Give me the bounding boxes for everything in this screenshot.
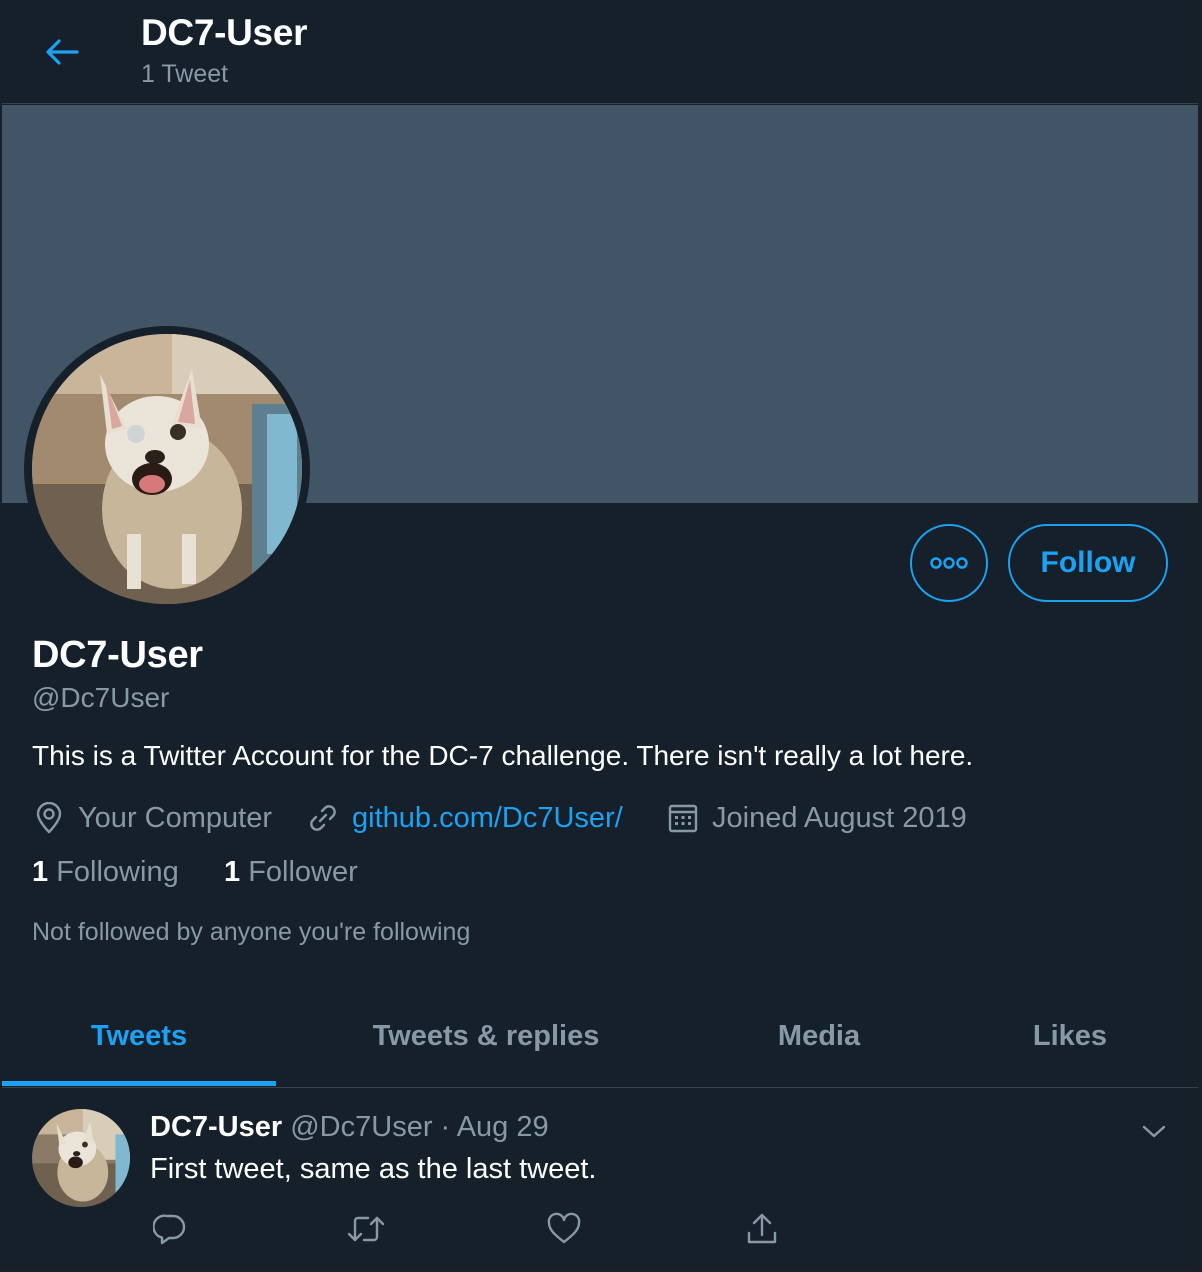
tweet-separator: · <box>440 1111 451 1143</box>
location-pin-icon <box>32 801 66 835</box>
like-button[interactable] <box>542 1207 586 1251</box>
dog-photo <box>32 334 302 604</box>
back-button[interactable] <box>38 28 86 76</box>
website-link[interactable]: github.com/Dc7User/ <box>352 802 623 835</box>
followers-label: Follower <box>248 856 358 888</box>
tab-tweets-replies[interactable]: Tweets & replies <box>276 984 696 1088</box>
retweet-icon <box>347 1216 385 1242</box>
profile-location: Your Computer <box>32 798 272 838</box>
retweet-button[interactable] <box>344 1207 388 1251</box>
share-button[interactable] <box>740 1207 784 1251</box>
tweet-author-handle[interactable]: @Dc7User <box>290 1111 432 1143</box>
tweet[interactable]: DC7-User @Dc7User · Aug 29 First tweet, … <box>2 1089 1198 1268</box>
tweet-text: First tweet, same as the last tweet. <box>150 1153 597 1185</box>
window-edge-right <box>1198 0 1202 1272</box>
profile-avatar[interactable] <box>24 326 310 612</box>
followers-count[interactable]: 1 Follower <box>224 856 358 889</box>
profile-display-name: DC7-User <box>32 634 203 676</box>
arrow-left-icon <box>46 39 79 65</box>
tweet-count: 1 Tweet <box>141 60 229 88</box>
location-text: Your Computer <box>78 801 272 834</box>
top-bar: DC7-User 1 Tweet <box>2 0 1198 104</box>
profile-joined: Joined August 2019 <box>666 798 967 838</box>
calendar-icon <box>666 801 700 835</box>
following-count[interactable]: 1 Following <box>32 856 179 889</box>
link-icon <box>306 801 340 835</box>
tab-tweets[interactable]: Tweets <box>2 984 276 1088</box>
tweet-header: DC7-User @Dc7User · Aug 29 <box>150 1111 549 1144</box>
profile-handle: @Dc7User <box>32 682 170 713</box>
profile-tabs: Tweets Tweets & replies Media Likes <box>2 984 1198 1088</box>
profile-bio: This is a Twitter Account for the DC-7 c… <box>32 740 974 771</box>
page-title: DC7-User <box>141 12 308 53</box>
more-dots-icon <box>930 557 968 569</box>
following-label: Following <box>56 856 179 888</box>
tweet-menu-button[interactable] <box>1134 1111 1174 1151</box>
tab-likes[interactable]: Likes <box>942 984 1198 1088</box>
profile-page: DC7-User 1 Tweet Follow DC7-User @Dc7Use… <box>2 0 1198 1268</box>
profile-website[interactable]: github.com/Dc7User/ <box>306 798 623 838</box>
mutuals-note: Not followed by anyone you're following <box>32 918 471 946</box>
reply-icon <box>153 1214 186 1245</box>
dog-photo-small <box>32 1109 130 1207</box>
joined-text: Joined August 2019 <box>712 801 967 834</box>
reply-button[interactable] <box>148 1207 192 1251</box>
followers-number: 1 <box>224 856 241 888</box>
share-icon <box>747 1213 777 1244</box>
window-edge-bottom <box>0 1268 1202 1272</box>
heart-icon <box>547 1212 581 1244</box>
tweet-date[interactable]: Aug 29 <box>457 1111 549 1143</box>
tab-media[interactable]: Media <box>696 984 942 1088</box>
chevron-down-icon <box>1142 1125 1166 1138</box>
tweet-author-name[interactable]: DC7-User <box>150 1111 282 1143</box>
tweet-avatar[interactable] <box>32 1109 130 1207</box>
following-number: 1 <box>32 856 49 888</box>
active-tab-indicator <box>2 1081 276 1086</box>
follow-button[interactable]: Follow <box>1008 524 1168 602</box>
more-button[interactable] <box>910 524 988 602</box>
